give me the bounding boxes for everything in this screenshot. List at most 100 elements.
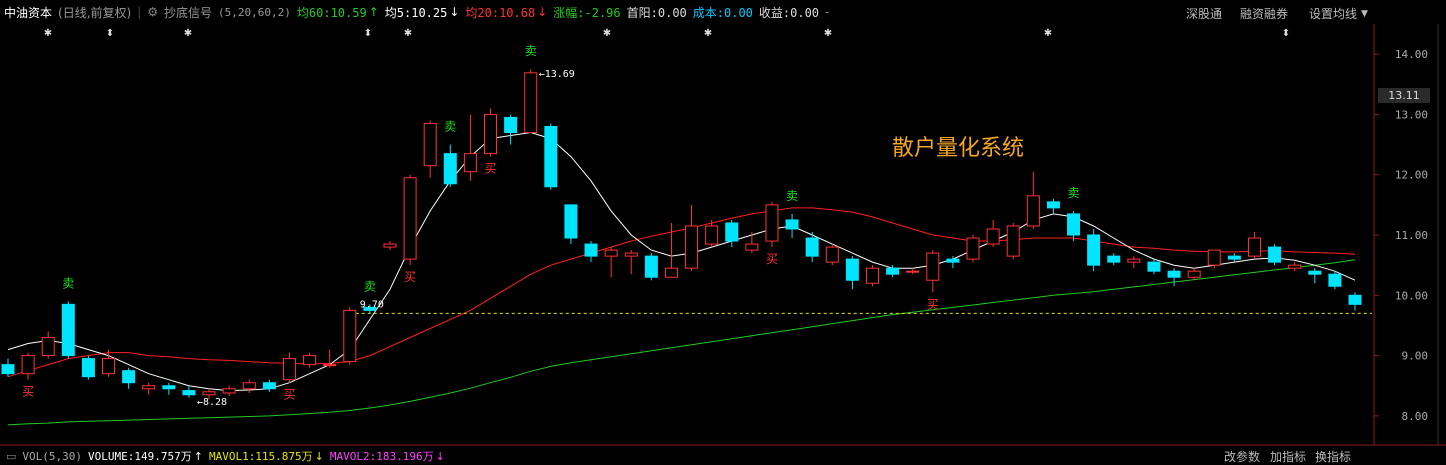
candle-body bbox=[1207, 249, 1221, 266]
cost-label: 成本:0.00 bbox=[692, 5, 753, 20]
expand-icon[interactable]: ▭ bbox=[6, 450, 16, 463]
gear-icon[interactable]: ⚙ bbox=[147, 5, 158, 19]
candle-body bbox=[484, 113, 498, 155]
signal-labels: 卖卖卖卖卖 卖买 买买买买买 bbox=[22, 44, 1079, 402]
top-marker-icon: ✱ bbox=[404, 28, 412, 39]
price-annotations: ←13.69 ←8.28 9.70 bbox=[197, 69, 575, 408]
buy-signal: 买 bbox=[404, 270, 416, 284]
candle-body bbox=[202, 391, 216, 396]
y-tick-label: 14.00 bbox=[1395, 48, 1428, 61]
indicator-params: (5,20,60,2) bbox=[218, 5, 291, 19]
candle-body bbox=[1147, 261, 1161, 272]
top-markers: ✱ ⬍ ✱ ⬍ ✱ ✱ ✱ ✱ ✱ ⬍ bbox=[44, 28, 1290, 39]
y-tick-label: 10.00 bbox=[1395, 289, 1428, 302]
arrow-up-icon: ↑ bbox=[368, 5, 379, 19]
candle-body bbox=[162, 385, 176, 390]
candle-body bbox=[122, 370, 136, 384]
candle-body bbox=[222, 388, 236, 394]
change-params-button[interactable]: 改参数 bbox=[1224, 448, 1260, 465]
top-marker-icon: ✱ bbox=[603, 28, 611, 39]
candle-body bbox=[443, 153, 457, 185]
candle-body bbox=[705, 225, 719, 245]
y-tick-label: 12.00 bbox=[1395, 169, 1428, 182]
sell-signal: 卖 bbox=[364, 279, 376, 293]
ma60-label: 均60:10.59 bbox=[296, 5, 367, 20]
mark-annotation: 9.70 bbox=[360, 299, 384, 310]
watermark-text: 散户量化系统 bbox=[892, 136, 1025, 161]
shen-gu-tong-button[interactable]: 深股通 bbox=[1186, 5, 1222, 22]
candle-body bbox=[343, 309, 357, 363]
arrow-down-icon: ↓ bbox=[314, 449, 324, 463]
candles bbox=[1, 69, 1362, 400]
buy-signal: 买 bbox=[484, 162, 496, 176]
period-label: (日线,前复权) bbox=[58, 5, 132, 20]
ma5-polyline bbox=[7, 131, 1356, 392]
candle-body bbox=[544, 125, 558, 188]
indicator-name[interactable]: 抄底信号 bbox=[164, 4, 212, 21]
top-marker-icon: ✱ bbox=[184, 28, 192, 39]
divider: | bbox=[137, 5, 142, 19]
candle-body bbox=[1348, 294, 1362, 305]
candle-body bbox=[423, 122, 437, 167]
candle-body bbox=[745, 243, 759, 251]
candle-body bbox=[21, 355, 35, 375]
first-sun-label: 首阳:0.00 bbox=[626, 5, 687, 20]
candle-body bbox=[403, 177, 417, 260]
switch-indicator-button[interactable]: 换指标 bbox=[1315, 448, 1351, 465]
top-marker-icon: ✱ bbox=[44, 28, 52, 39]
candle-body bbox=[886, 267, 900, 275]
sell-signal: 卖 bbox=[786, 189, 798, 203]
top-marker-icon: ✱ bbox=[824, 28, 832, 39]
candle-body bbox=[383, 243, 397, 248]
candle-body bbox=[845, 258, 859, 281]
candle-body bbox=[1187, 270, 1201, 278]
candle-body bbox=[1308, 270, 1322, 275]
candle-body bbox=[61, 303, 75, 357]
vol-label[interactable]: VOL(5,30) bbox=[22, 450, 82, 463]
stock-name[interactable]: 中油资本 bbox=[4, 4, 52, 21]
candle-body bbox=[1046, 201, 1060, 209]
candle-body bbox=[584, 243, 598, 257]
mavol2-value: MAVOL2:183.196万 bbox=[329, 450, 434, 463]
candle-body bbox=[1026, 195, 1040, 227]
top-marker-icon: ⬍ bbox=[106, 28, 114, 39]
arrow-down-icon: ↓ bbox=[449, 5, 460, 19]
candle-body bbox=[262, 382, 276, 390]
candle-body bbox=[1087, 234, 1101, 266]
y-tick-label: 11.00 bbox=[1395, 229, 1428, 242]
candle-body bbox=[664, 267, 678, 278]
change-label: 涨幅:-2.96 bbox=[553, 5, 621, 20]
arrow-down-icon: ↓ bbox=[435, 449, 445, 463]
arrow-down-icon: ↓ bbox=[537, 5, 548, 19]
candle-body bbox=[323, 364, 337, 367]
margin-trading-button[interactable]: 融资融券 bbox=[1240, 5, 1288, 22]
candle-body bbox=[1227, 255, 1241, 260]
candle-body bbox=[1328, 273, 1342, 287]
candle-body bbox=[966, 237, 980, 260]
ma5-line bbox=[7, 131, 1356, 392]
ma20-label: 均20:10.68 bbox=[465, 5, 536, 20]
top-marker-icon: ⬍ bbox=[364, 28, 372, 39]
candle-body bbox=[685, 225, 699, 269]
candle-body bbox=[1107, 255, 1121, 263]
y-tick-label: 8.00 bbox=[1402, 410, 1429, 423]
candle-body bbox=[182, 390, 196, 396]
chevron-down-icon[interactable]: ▼ bbox=[1361, 9, 1368, 19]
candle-body bbox=[303, 355, 317, 366]
current-price-tag: 13.11 bbox=[1378, 88, 1430, 103]
add-indicator-button[interactable]: 加指标 bbox=[1270, 448, 1306, 465]
ma5-label: 均5:10.25 bbox=[384, 5, 448, 20]
candle-body bbox=[564, 204, 578, 239]
top-marker-icon: ⬍ bbox=[1282, 28, 1290, 39]
candle-body bbox=[644, 255, 658, 278]
set-ma-button[interactable]: 设置均线 bbox=[1309, 5, 1357, 22]
candle-body bbox=[463, 153, 477, 173]
sell-signal: 卖 bbox=[62, 276, 74, 290]
candle-body bbox=[1006, 225, 1020, 257]
buy-signal: 买 bbox=[22, 385, 34, 399]
mavol1-value: MAVOL1:115.875万 bbox=[208, 450, 313, 463]
top-marker-icon: ✱ bbox=[704, 28, 712, 39]
y-tick-label: 13.00 bbox=[1395, 108, 1428, 121]
sell-signal: 卖 bbox=[1068, 186, 1080, 200]
candle-body bbox=[946, 258, 960, 263]
